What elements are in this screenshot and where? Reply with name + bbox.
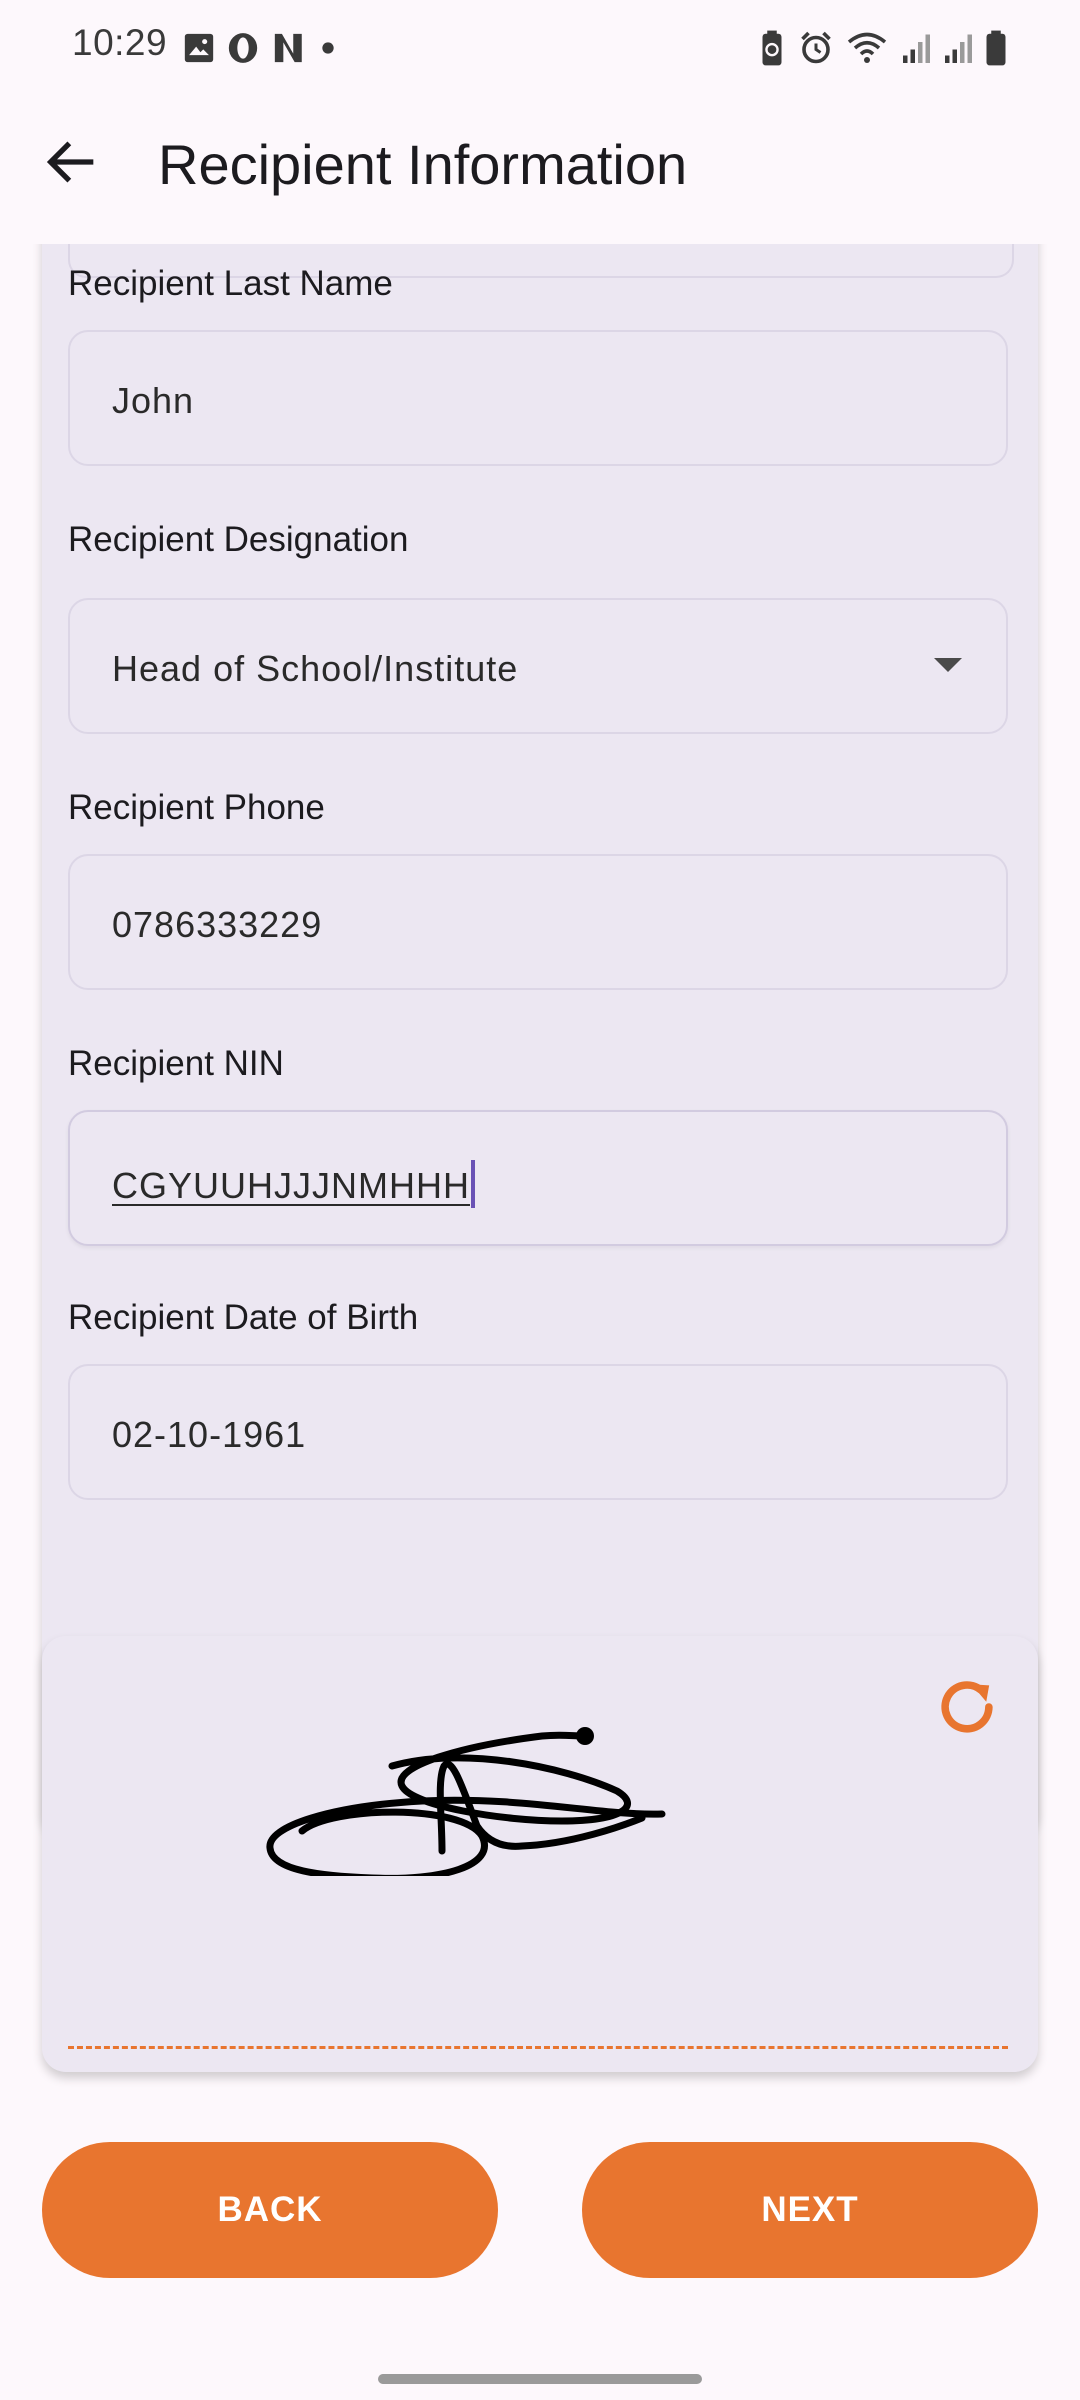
wifi-icon: [847, 32, 887, 63]
alarm-icon: [801, 31, 831, 64]
designation-value: Head of School/Institute: [112, 648, 519, 689]
battery-saver-icon: [762, 30, 782, 66]
text-caret: [471, 1160, 475, 1208]
dob-value: 02-10-1961: [112, 1414, 307, 1455]
signature-pad[interactable]: [42, 1636, 1038, 2072]
designation-label: Recipient Designation: [68, 520, 409, 559]
phone-label: Recipient Phone: [68, 788, 325, 827]
nin-field[interactable]: CGYUUHJJJNMHHH: [68, 1110, 1008, 1246]
battery-icon: [986, 30, 1006, 66]
opera-icon: [228, 33, 258, 63]
page-title: Recipient Information: [158, 133, 688, 196]
status-bar: 10:29: [0, 0, 1080, 96]
signal-icon: [945, 34, 972, 63]
last-name-field[interactable]: John: [68, 330, 1008, 466]
dob-label: Recipient Date of Birth: [68, 1298, 419, 1337]
nin-value-wrap: CGYUUHJJJNMHHH: [112, 1160, 475, 1208]
last-name-label: Recipient Last Name: [68, 264, 393, 303]
nin-value: CGYUUHJJJNMHHH: [112, 1165, 470, 1206]
signature-strokes: [266, 1727, 666, 1876]
gesture-bar[interactable]: [378, 2374, 702, 2384]
netflix-icon: [274, 33, 302, 63]
recipient-form-card: Recipient Last Name John Recipient Desig…: [42, 244, 1038, 1834]
gallery-icon: [184, 33, 214, 63]
form-scroll-area[interactable]: Recipient Last Name John Recipient Desig…: [0, 244, 1080, 2400]
signal-icon: [903, 34, 930, 63]
last-name-value: John: [112, 380, 195, 421]
nin-label: Recipient NIN: [68, 1044, 284, 1083]
status-left-icons: [182, 28, 338, 68]
status-right-icons: [758, 28, 1008, 68]
status-time: 10:29: [72, 22, 168, 63]
designation-dropdown[interactable]: Head of School/Institute: [68, 598, 1008, 734]
app-bar: Recipient Information: [0, 96, 1080, 244]
next-button[interactable]: NEXT: [582, 2142, 1038, 2278]
dropdown-arrow-icon: [934, 658, 962, 672]
back-button[interactable]: BACK: [42, 2142, 498, 2278]
phone-value: 0786333229: [112, 904, 323, 945]
refresh-icon[interactable]: [932, 1672, 1002, 1742]
arrow-left-icon[interactable]: [40, 130, 104, 194]
dot-icon: [322, 42, 334, 54]
phone-field[interactable]: 0786333229: [68, 854, 1008, 990]
signature-baseline: [68, 2046, 1008, 2049]
dob-field[interactable]: 02-10-1961: [68, 1364, 1008, 1500]
